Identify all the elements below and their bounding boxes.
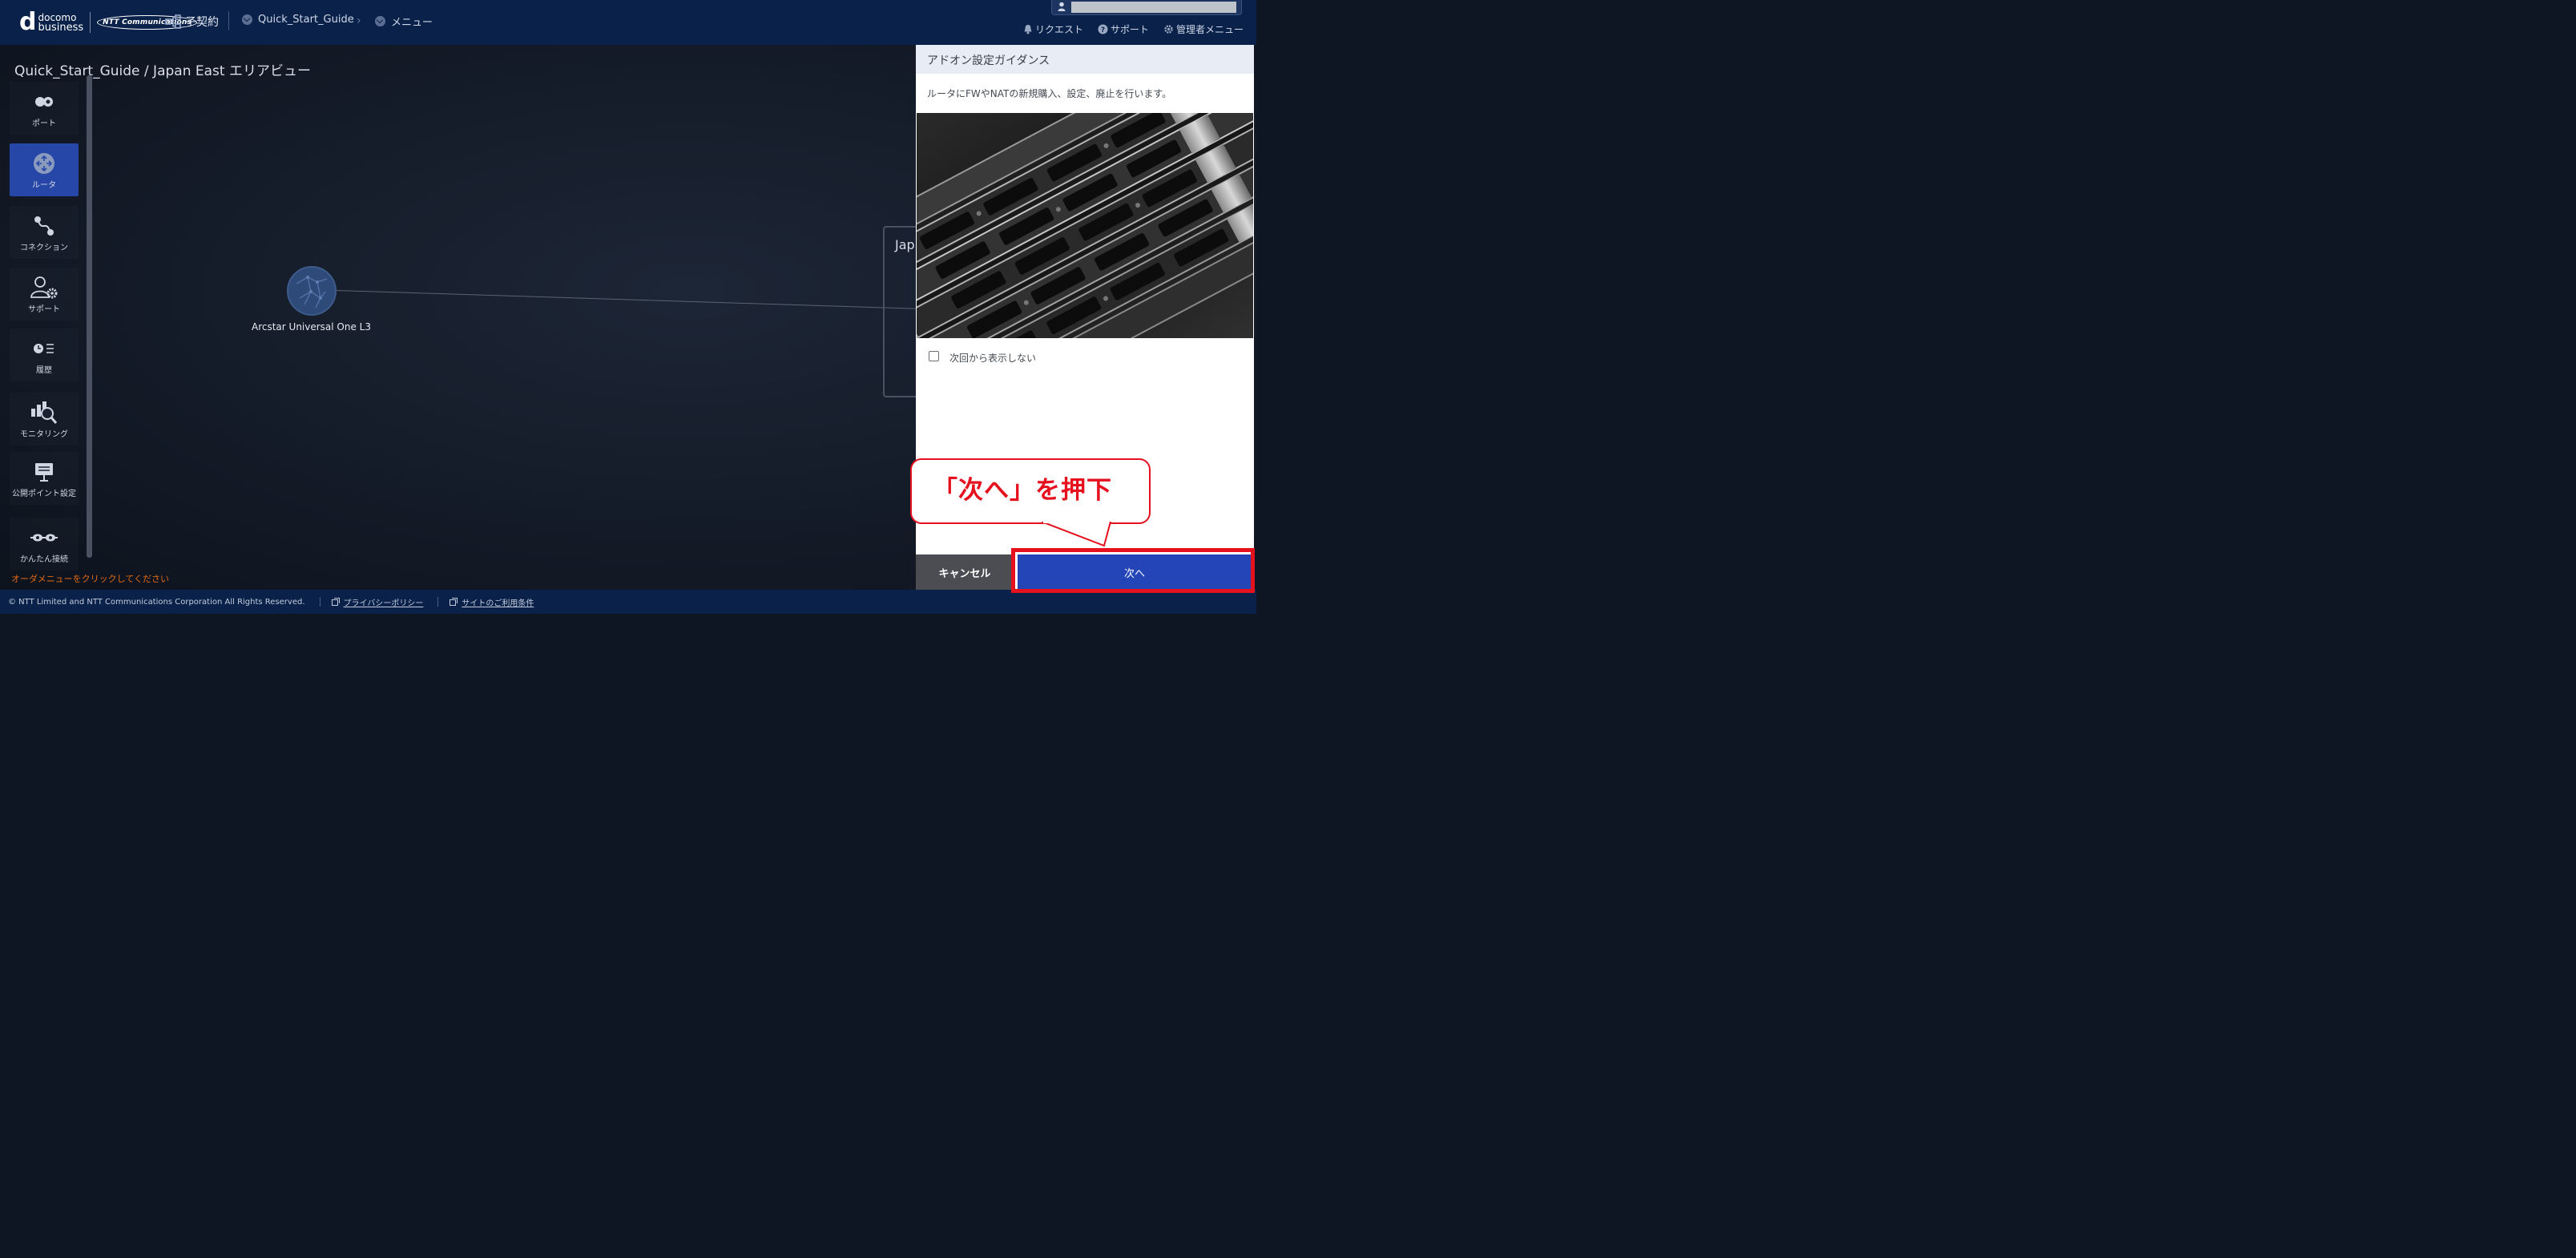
sidebar-item-port[interactable]: ポート — [10, 82, 79, 135]
user-icon — [1058, 2, 1066, 11]
port-icon — [35, 97, 53, 107]
chevron-circle-icon — [375, 16, 385, 26]
sidebar-item-label: ポート — [32, 119, 56, 128]
user-name-redacted — [1071, 2, 1236, 13]
sidebar-item-label: ルータ — [32, 181, 56, 190]
top-bar: d docomo business NTT Communications 子契約… — [0, 0, 1256, 45]
sidebar-item-label: かんたん接続 — [20, 555, 68, 564]
sidebar-item-label: モニタリング — [20, 430, 68, 439]
callout-text: 「次へ」を押下 — [933, 476, 1112, 505]
order-hint-text: オーダメニューをクリックしてください — [11, 574, 170, 584]
hierarchy-icon — [165, 14, 181, 29]
sidebar-item-support[interactable]: サポート — [10, 268, 79, 321]
contract-selector[interactable]: 子契約 — [165, 14, 219, 30]
header-divider — [228, 11, 229, 30]
terms-link[interactable]: サイトのご利用条件 — [449, 596, 534, 608]
bell-icon — [1024, 25, 1032, 34]
next-button-highlight — [1011, 548, 1255, 593]
sidebar-item-connection[interactable]: コネクション — [10, 206, 79, 259]
sidebar-item-monitoring[interactable]: モニタリング — [10, 393, 79, 446]
support-label: サポート — [1110, 24, 1149, 35]
sidebar-item-label: サポート — [28, 305, 60, 314]
dont-show-again-label: 次回から表示しない — [949, 353, 1037, 364]
node-label: Arcstar Universal One L3 — [252, 321, 371, 333]
sidebar-scrollbar[interactable] — [87, 75, 92, 558]
sidebar-item-label: 公開ポイント設定 — [12, 490, 76, 498]
panel-description: ルータにFWやNATの新規購入、設定、廃止を行います。 — [927, 88, 1172, 99]
dont-show-again-checkbox[interactable] — [929, 351, 939, 361]
sidebar-item-history[interactable]: 履歴 — [10, 329, 79, 381]
easy-connect-icon — [30, 534, 58, 542]
breadcrumb-separator-icon: › — [357, 14, 361, 27]
support-user-icon — [30, 276, 58, 299]
panel-header: アドオン設定ガイダンス — [916, 45, 1254, 74]
footer: © NTT Limited and NTT Communications Cor… — [0, 590, 1256, 614]
history-icon — [34, 344, 54, 353]
logo-divider — [90, 12, 91, 33]
network-node-globe[interactable] — [287, 266, 337, 316]
docomo-d-mark: d — [19, 8, 37, 36]
globe-network-icon — [296, 276, 328, 308]
panel-title: アドオン設定ガイダンス — [927, 54, 1050, 67]
breadcrumb-item-menu[interactable]: メニュー — [375, 14, 433, 29]
server-rack-image — [917, 113, 1253, 338]
sidebar-item-router[interactable]: ルータ — [10, 143, 79, 196]
admin-menu-link[interactable]: 管理者メニュー — [1163, 22, 1244, 36]
sidebar-item-easy-connect[interactable]: かんたん接続 — [10, 518, 79, 571]
server-rack-illustration — [917, 113, 1253, 338]
gear-icon — [1164, 25, 1173, 34]
monitoring-icon — [31, 401, 58, 424]
footer-divider — [437, 597, 439, 607]
user-account-box[interactable] — [1051, 0, 1242, 15]
router-icon — [34, 153, 54, 174]
breadcrumb-menu-label: メニュー — [391, 17, 433, 29]
chevron-circle-icon — [242, 14, 252, 25]
external-link-icon — [449, 598, 458, 606]
support-link[interactable]: ? サポート — [1098, 22, 1149, 36]
request-label: リクエスト — [1034, 24, 1083, 35]
external-link-icon — [331, 598, 340, 606]
region-label: Jap — [895, 237, 915, 252]
page-title: Quick_Start_Guide / Japan East エリアビュー — [14, 63, 311, 79]
public-point-icon — [35, 463, 53, 482]
sidebar-item-label: 履歴 — [36, 366, 52, 375]
privacy-policy-link[interactable]: プライバシーポリシー — [331, 596, 424, 608]
terms-label: サイトのご利用条件 — [462, 599, 534, 608]
header-links: リクエスト ? サポート 管理者メニュー — [1023, 22, 1244, 36]
brand-line2: business — [38, 21, 84, 34]
connection-line — [336, 290, 917, 309]
cancel-button[interactable]: キャンセル — [916, 554, 1014, 590]
sidebar-item-label: コネクション — [20, 244, 68, 252]
help-circle-icon: ? — [1098, 24, 1108, 34]
connection-icon — [34, 216, 54, 236]
contract-label: 子契約 — [185, 16, 219, 29]
breadcrumb-guide-label: Quick_Start_Guide — [258, 14, 354, 26]
admin-menu-label: 管理者メニュー — [1175, 24, 1244, 35]
svg-text:?: ? — [1101, 26, 1105, 34]
privacy-policy-label: プライバシーポリシー — [343, 599, 424, 608]
request-link[interactable]: リクエスト — [1023, 22, 1083, 36]
sidebar-item-public-point[interactable]: 公開ポイント設定 — [10, 452, 79, 505]
copyright-text: © NTT Limited and NTT Communications Cor… — [8, 597, 305, 607]
breadcrumb-item-guide[interactable]: Quick_Start_Guide — [242, 14, 354, 26]
